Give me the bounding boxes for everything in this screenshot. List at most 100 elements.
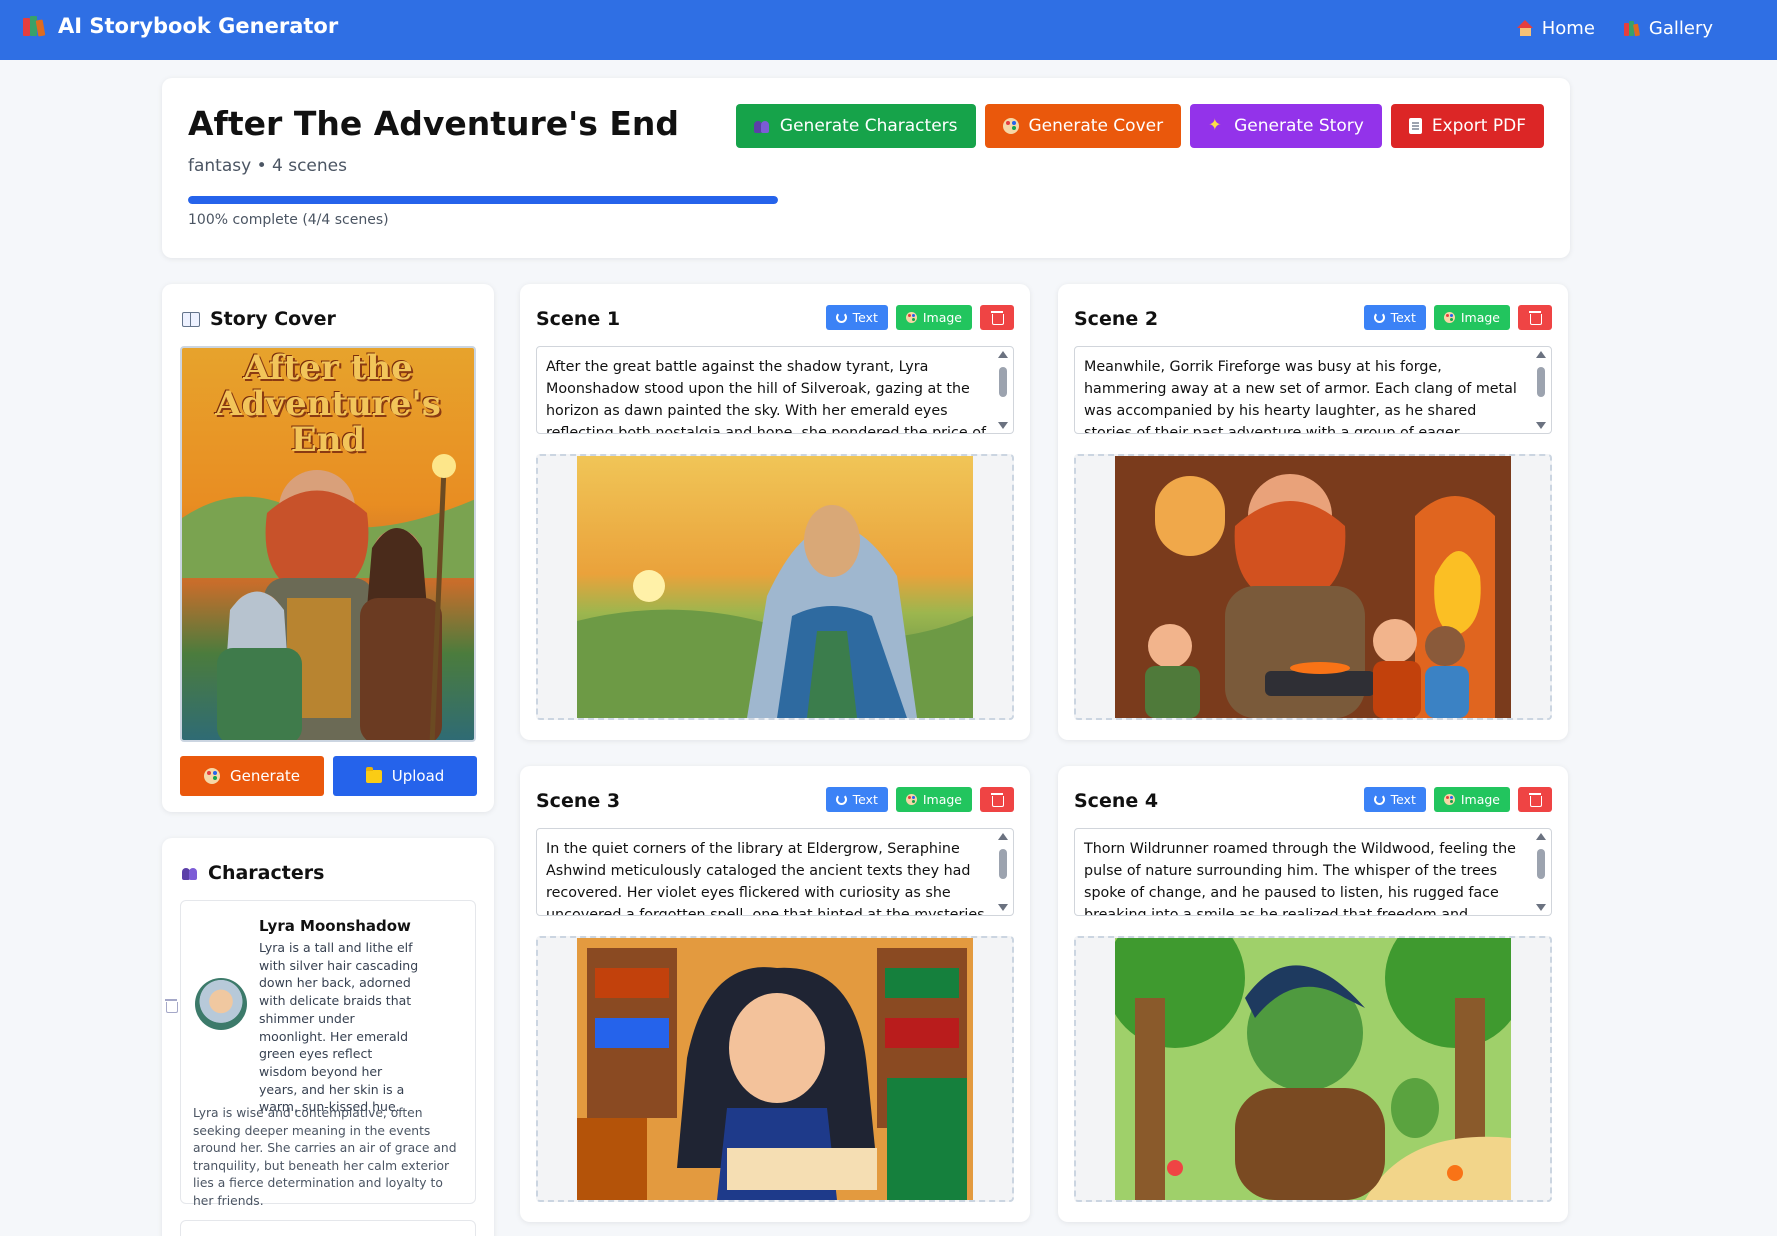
refresh-icon: [1373, 794, 1385, 805]
scene-title: Scene 3: [536, 790, 621, 812]
scrollbar[interactable]: [995, 349, 1011, 431]
regenerate-image-button[interactable]: Image: [895, 305, 972, 330]
generate-cover-button[interactable]: Generate Cover: [984, 104, 1182, 148]
story-actions: Generate Characters Generate Cover Gener…: [735, 104, 1544, 148]
scene-image: [1115, 938, 1511, 1200]
text-button-label: Text: [852, 310, 878, 325]
character-description: Lyra is a tall and lithe elf with silver…: [259, 940, 419, 1115]
generate-characters-label: Generate Characters: [779, 116, 958, 136]
generate-cover-label: Generate Cover: [1028, 116, 1164, 136]
regenerate-image-button[interactable]: Image: [895, 787, 972, 812]
cover-generate-label: Generate: [229, 767, 301, 785]
scene-text-area[interactable]: Thorn Wildrunner roamed through the Wild…: [1074, 828, 1552, 916]
story-title: After The Adventure's End: [188, 104, 680, 143]
people-icon: [182, 865, 198, 881]
scrollbar[interactable]: [995, 831, 1011, 913]
cover-upload-button[interactable]: Upload: [333, 756, 477, 796]
trash-icon: [991, 311, 1004, 325]
generate-story-button[interactable]: Generate Story: [1190, 104, 1382, 148]
scene-image: [577, 938, 973, 1200]
sparkles-icon: [1208, 115, 1224, 135]
open-book-icon: [182, 312, 200, 327]
characters-section-label: Characters: [208, 862, 325, 884]
scene-illustration: [1115, 938, 1511, 1200]
characters-section-title: Characters: [182, 862, 324, 884]
progress-fill: [188, 196, 778, 204]
export-pdf-label: Export PDF: [1431, 116, 1526, 136]
regenerate-text-button[interactable]: Text: [1363, 305, 1426, 330]
cover-generate-button[interactable]: Generate: [180, 756, 324, 796]
text-button-label: Text: [852, 792, 878, 807]
trash-icon: [991, 793, 1004, 807]
refresh-icon: [1373, 312, 1385, 323]
app-brand[interactable]: AI Storybook Generator: [22, 14, 338, 38]
app-title: AI Storybook Generator: [58, 14, 339, 38]
delete-scene-button[interactable]: [980, 787, 1014, 812]
scene-image: [1115, 456, 1511, 718]
scene-image-frame: [1074, 454, 1552, 720]
document-icon: [1408, 118, 1422, 134]
people-icon: [753, 118, 770, 134]
character-name: Lyra Moonshadow: [259, 917, 411, 935]
regenerate-text-button[interactable]: Text: [1363, 787, 1426, 812]
delete-scene-button[interactable]: [1518, 305, 1552, 330]
scene-image-frame: [536, 454, 1014, 720]
regenerate-text-button[interactable]: Text: [825, 787, 888, 812]
scene-card: Scene 3 Text Image In the quiet corners …: [520, 766, 1030, 1222]
scene-text-area[interactable]: In the quiet corners of the library at E…: [536, 828, 1014, 916]
trash-icon: [1529, 793, 1542, 807]
palette-icon: [1443, 794, 1455, 805]
scene-illustration: [577, 456, 973, 718]
scene-title: Scene 1: [536, 308, 621, 330]
books-icon: [1623, 20, 1641, 38]
scene-illustration: [577, 938, 973, 1200]
scene-text: After the great battle against the shado…: [546, 359, 986, 434]
character-avatar: [195, 978, 247, 1030]
nav-gallery-label: Gallery: [1648, 18, 1713, 39]
story-meta: fantasy • 4 scenes: [188, 156, 347, 176]
palette-icon: [1002, 118, 1019, 134]
scene-text-area[interactable]: After the great battle against the shado…: [536, 346, 1014, 434]
scene-image: [577, 456, 973, 718]
character-card[interactable]: Lyra Moonshadow Lyra is a tall and lithe…: [165, 900, 476, 1208]
image-button-label: Image: [1460, 792, 1500, 807]
scrollbar[interactable]: [1533, 349, 1549, 431]
regenerate-image-button[interactable]: Image: [1433, 305, 1510, 330]
progress-bar: [188, 196, 778, 204]
story-header-card: After The Adventure's End fantasy • 4 sc…: [162, 78, 1570, 258]
cover-section-title: Story Cover: [182, 308, 336, 330]
text-button-label: Text: [1390, 792, 1416, 807]
scene-tools: Text Image: [1363, 305, 1552, 330]
scene-tools: Text Image: [825, 787, 1014, 812]
house-icon: [1516, 20, 1534, 37]
characters-card: Characters Lyra Moonshadow Lyra is a tal…: [162, 838, 494, 1236]
delete-scene-button[interactable]: [980, 305, 1014, 330]
character-card-next[interactable]: [180, 1220, 476, 1236]
scene-card: Scene 2 Text Image Meanwhile, Gorrik Fir…: [1058, 284, 1568, 740]
cover-actions: Generate Upload: [180, 756, 477, 796]
progress-text: 100% complete (4/4 scenes): [188, 212, 389, 228]
palette-icon: [905, 794, 917, 805]
generate-characters-button[interactable]: Generate Characters: [735, 104, 976, 148]
trash-icon[interactable]: [165, 999, 178, 1013]
scrollbar[interactable]: [1533, 831, 1549, 913]
regenerate-text-button[interactable]: Text: [825, 305, 888, 330]
scene-text: Meanwhile, Gorrik Fireforge was busy at …: [1084, 359, 1517, 434]
palette-icon: [905, 312, 917, 323]
nav-gallery[interactable]: Gallery: [1623, 18, 1713, 39]
scene-text-area[interactable]: Meanwhile, Gorrik Fireforge was busy at …: [1074, 346, 1552, 434]
character-personality: Lyra is wise and contemplative, often se…: [193, 1106, 457, 1208]
cover-illustration: [182, 454, 474, 740]
scene-image-frame: [536, 936, 1014, 1202]
export-pdf-button[interactable]: Export PDF: [1390, 104, 1544, 148]
image-button-label: Image: [922, 792, 962, 807]
scene-image-frame: [1074, 936, 1552, 1202]
refresh-icon: [835, 312, 847, 323]
palette-icon: [1443, 312, 1455, 323]
cover-image: After the Adventure's End: [180, 346, 476, 742]
delete-scene-button[interactable]: [1518, 787, 1552, 812]
text-button-label: Text: [1390, 310, 1416, 325]
nav-home[interactable]: Home: [1516, 18, 1595, 39]
regenerate-image-button[interactable]: Image: [1433, 787, 1510, 812]
top-navbar: AI Storybook Generator Home Gallery: [0, 0, 1777, 60]
